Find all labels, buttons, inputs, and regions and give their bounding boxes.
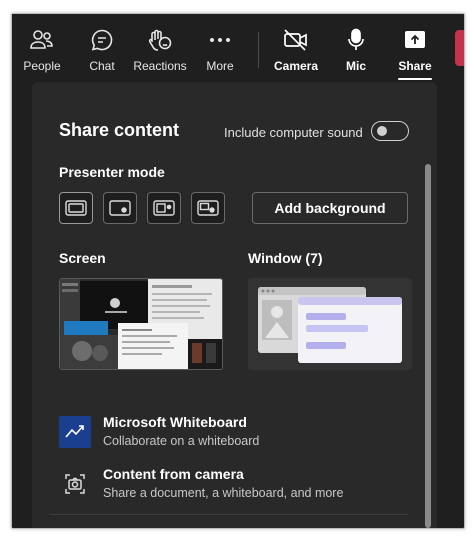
mic-icon: [346, 28, 366, 52]
mic-label: Mic: [345, 59, 366, 73]
presenter-mode-content-only[interactable]: [59, 192, 93, 224]
chat-icon: [90, 28, 114, 52]
share-label: Share: [398, 59, 432, 73]
screen-label: Screen: [59, 250, 106, 266]
side-by-side-icon: [153, 200, 175, 216]
meeting-toolbar: People Chat Reactions More Camera Mic Sh…: [12, 14, 464, 82]
share-icon: [403, 28, 427, 52]
camera-content-subtitle: Share a document, a whiteboard, and more: [103, 486, 344, 500]
panel-title: Share content: [59, 120, 180, 140]
chat-button[interactable]: Chat: [84, 14, 120, 82]
include-sound-label: Include computer sound: [224, 125, 363, 140]
microsoft-whiteboard-item[interactable]: Microsoft Whiteboard Collaborate on a wh…: [59, 414, 399, 454]
whiteboard-title: Microsoft Whiteboard: [103, 414, 247, 430]
people-button[interactable]: People: [23, 14, 61, 82]
people-label: People: [23, 59, 61, 73]
reactions-label: Reactions: [133, 59, 187, 73]
camera-content-title: Content from camera: [103, 466, 244, 482]
camera-button[interactable]: Camera: [274, 14, 318, 82]
presenter-mode-label: Presenter mode: [59, 164, 165, 180]
meeting-window: People Chat Reactions More Camera Mic Sh…: [11, 13, 465, 529]
people-icon: [29, 28, 55, 52]
window-label: Window (7): [248, 250, 323, 266]
screen-thumbnail[interactable]: [59, 278, 223, 370]
presenter-mode-reporter[interactable]: [191, 192, 225, 224]
reactions-button[interactable]: Reactions: [133, 14, 187, 82]
whiteboard-subtitle: Collaborate on a whiteboard: [103, 434, 260, 448]
presenter-mode-side-by-side[interactable]: [147, 192, 181, 224]
panel-bottom-divider: [50, 514, 408, 515]
more-button[interactable]: More: [202, 14, 238, 82]
content-from-camera-item[interactable]: Content from camera Share a document, a …: [59, 466, 399, 506]
camera-off-icon: [283, 28, 309, 52]
leave-button-edge[interactable]: [455, 30, 464, 66]
mic-button[interactable]: Mic: [342, 14, 370, 82]
standout-icon: [109, 200, 131, 216]
toolbar-divider: [258, 32, 259, 68]
chat-label: Chat: [89, 59, 115, 73]
share-active-indicator: [398, 78, 432, 80]
more-label: More: [206, 59, 234, 73]
add-background-button[interactable]: Add background: [252, 192, 408, 224]
window-thumbnail[interactable]: [248, 278, 412, 370]
presenter-mode-standout[interactable]: [103, 192, 137, 224]
more-icon: [209, 28, 231, 52]
camera-content-icon: [59, 468, 91, 500]
share-button[interactable]: Share: [398, 14, 432, 82]
scrollbar-thumb[interactable]: [425, 164, 431, 528]
camera-label: Camera: [273, 59, 319, 73]
toggle-knob: [377, 126, 387, 136]
include-sound-toggle[interactable]: [371, 121, 409, 141]
reactions-icon: [147, 28, 173, 52]
window-illustration: [258, 287, 402, 363]
whiteboard-icon: [59, 416, 91, 448]
content-only-icon: [65, 200, 87, 216]
reporter-icon: [197, 200, 219, 216]
screen-preview-image: [60, 279, 222, 369]
